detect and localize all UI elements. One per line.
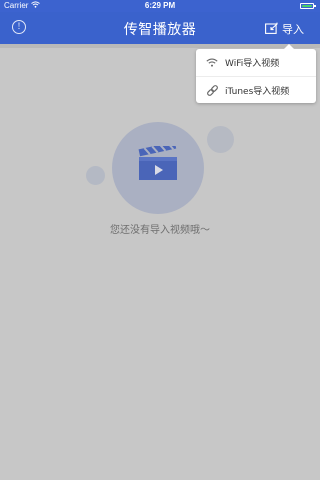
link-icon bbox=[205, 83, 219, 97]
import-dropdown-menu: WiFi导入视频 iTunes导入视频 bbox=[196, 44, 316, 103]
status-bar: Carrier 6:29 PM bbox=[0, 0, 320, 12]
divider bbox=[0, 44, 320, 48]
menu-item-wifi-import[interactable]: WiFi导入视频 bbox=[196, 49, 316, 76]
battery-icon bbox=[300, 3, 316, 9]
main-content: 您还没有导入视频哦～ bbox=[0, 44, 320, 480]
battery-level bbox=[302, 5, 312, 7]
nav-bar: ! 传智播放器 导入 bbox=[0, 12, 320, 44]
import-label: 导入 bbox=[282, 23, 304, 36]
decor-bubble-left bbox=[86, 166, 105, 185]
wifi-icon bbox=[205, 56, 219, 70]
film-clapper-icon bbox=[137, 141, 179, 186]
empty-state-message: 您还没有导入视频哦～ bbox=[110, 225, 210, 236]
import-icon bbox=[265, 22, 278, 37]
menu-item-label: iTunes导入视频 bbox=[225, 86, 290, 97]
import-button[interactable]: 导入 bbox=[265, 21, 304, 37]
menu-item-label: WiFi导入视频 bbox=[225, 59, 280, 69]
decor-bubble-right bbox=[207, 126, 234, 153]
status-time: 6:29 PM bbox=[144, 1, 176, 10]
menu-item-itunes-import[interactable]: iTunes导入视频 bbox=[196, 76, 316, 103]
